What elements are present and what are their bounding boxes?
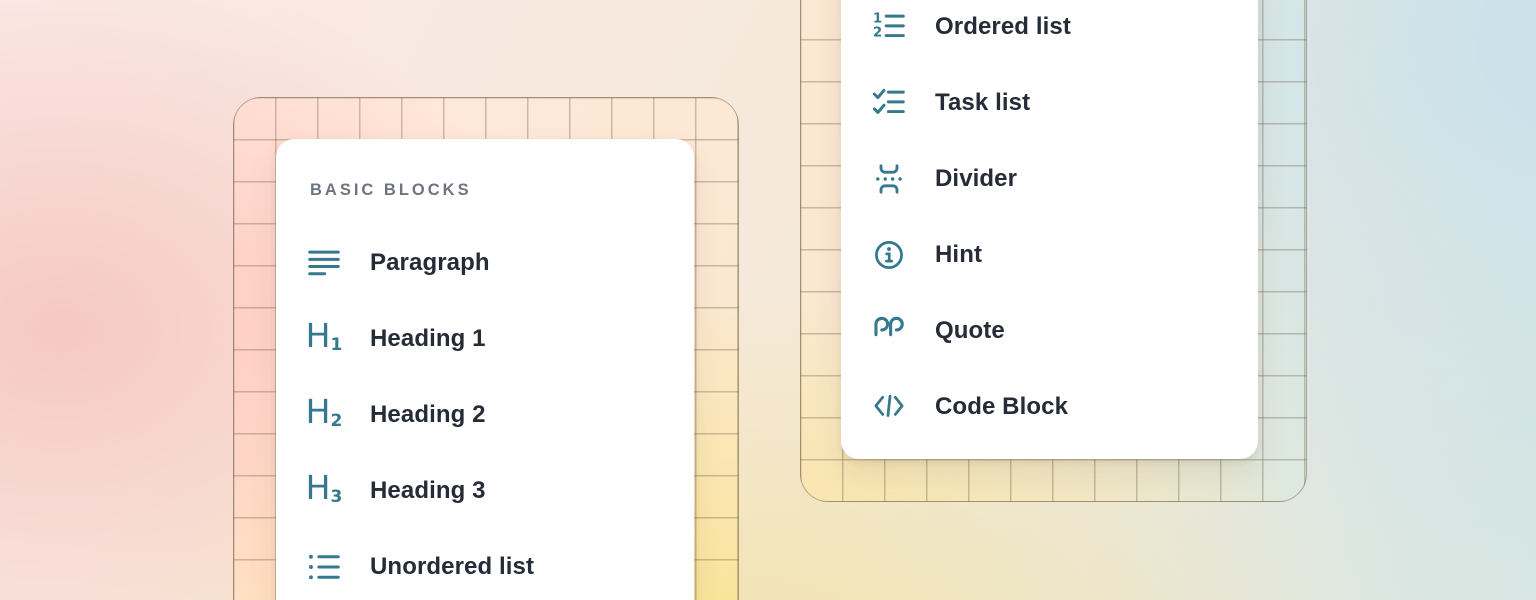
menu-item-code-block[interactable]: Code Block <box>873 369 1226 445</box>
svg-text:2: 2 <box>873 26 882 41</box>
menu-item-label: Unordered list <box>370 553 534 581</box>
menu-item-label: Paragraph <box>370 249 490 277</box>
menu-item-label: Code Block <box>935 393 1068 421</box>
menu-item-label: Quote <box>935 317 1005 345</box>
quote-icon <box>873 315 905 347</box>
menu-item-label: Task list <box>935 89 1030 117</box>
menu-item-label: Hint <box>935 241 982 269</box>
menu-item-label: Ordered list <box>935 13 1071 41</box>
ordered-list-icon: 1 2 <box>873 11 905 43</box>
menu-item-label: Heading 3 <box>370 477 486 505</box>
unordered-list-icon <box>308 551 340 583</box>
menu-item-label: Heading 2 <box>370 401 486 429</box>
task-list-icon <box>873 87 905 119</box>
svg-text:1: 1 <box>873 11 882 26</box>
divider-icon <box>873 163 905 195</box>
menu-item-task-list[interactable]: Task list <box>873 65 1226 141</box>
heading-1-icon: H1 <box>308 323 340 355</box>
menu-item-divider[interactable]: Divider <box>873 141 1226 217</box>
heading-3-icon: H3 <box>308 475 340 507</box>
menu-item-heading-2[interactable]: H2 Heading 2 <box>308 377 662 453</box>
menu-item-heading-1[interactable]: H1 Heading 1 <box>308 301 662 377</box>
menu-item-ordered-list[interactable]: 1 2 Ordered list <box>873 0 1226 65</box>
blocks-menu-continued: 1 2 Ordered list Task list <box>841 0 1258 459</box>
menu-item-heading-3[interactable]: H3 Heading 3 <box>308 453 662 529</box>
paragraph-icon <box>308 247 340 279</box>
menu-item-unordered-list[interactable]: Unordered list <box>308 529 662 600</box>
editor-blocks-illustration: BASIC BLOCKS Paragraph H1 Heading 1 H2 <box>0 0 1536 600</box>
hint-icon <box>873 239 905 271</box>
menu-item-label: Heading 1 <box>370 325 486 353</box>
code-block-icon <box>873 391 905 423</box>
section-label-basic-blocks: BASIC BLOCKS <box>310 179 662 201</box>
menu-item-paragraph[interactable]: Paragraph <box>308 225 662 301</box>
menu-item-label: Divider <box>935 165 1017 193</box>
heading-2-icon: H2 <box>308 399 340 431</box>
menu-item-quote[interactable]: Quote <box>873 293 1226 369</box>
menu-item-hint[interactable]: Hint <box>873 217 1226 293</box>
basic-blocks-menu: BASIC BLOCKS Paragraph H1 Heading 1 H2 <box>276 139 694 600</box>
